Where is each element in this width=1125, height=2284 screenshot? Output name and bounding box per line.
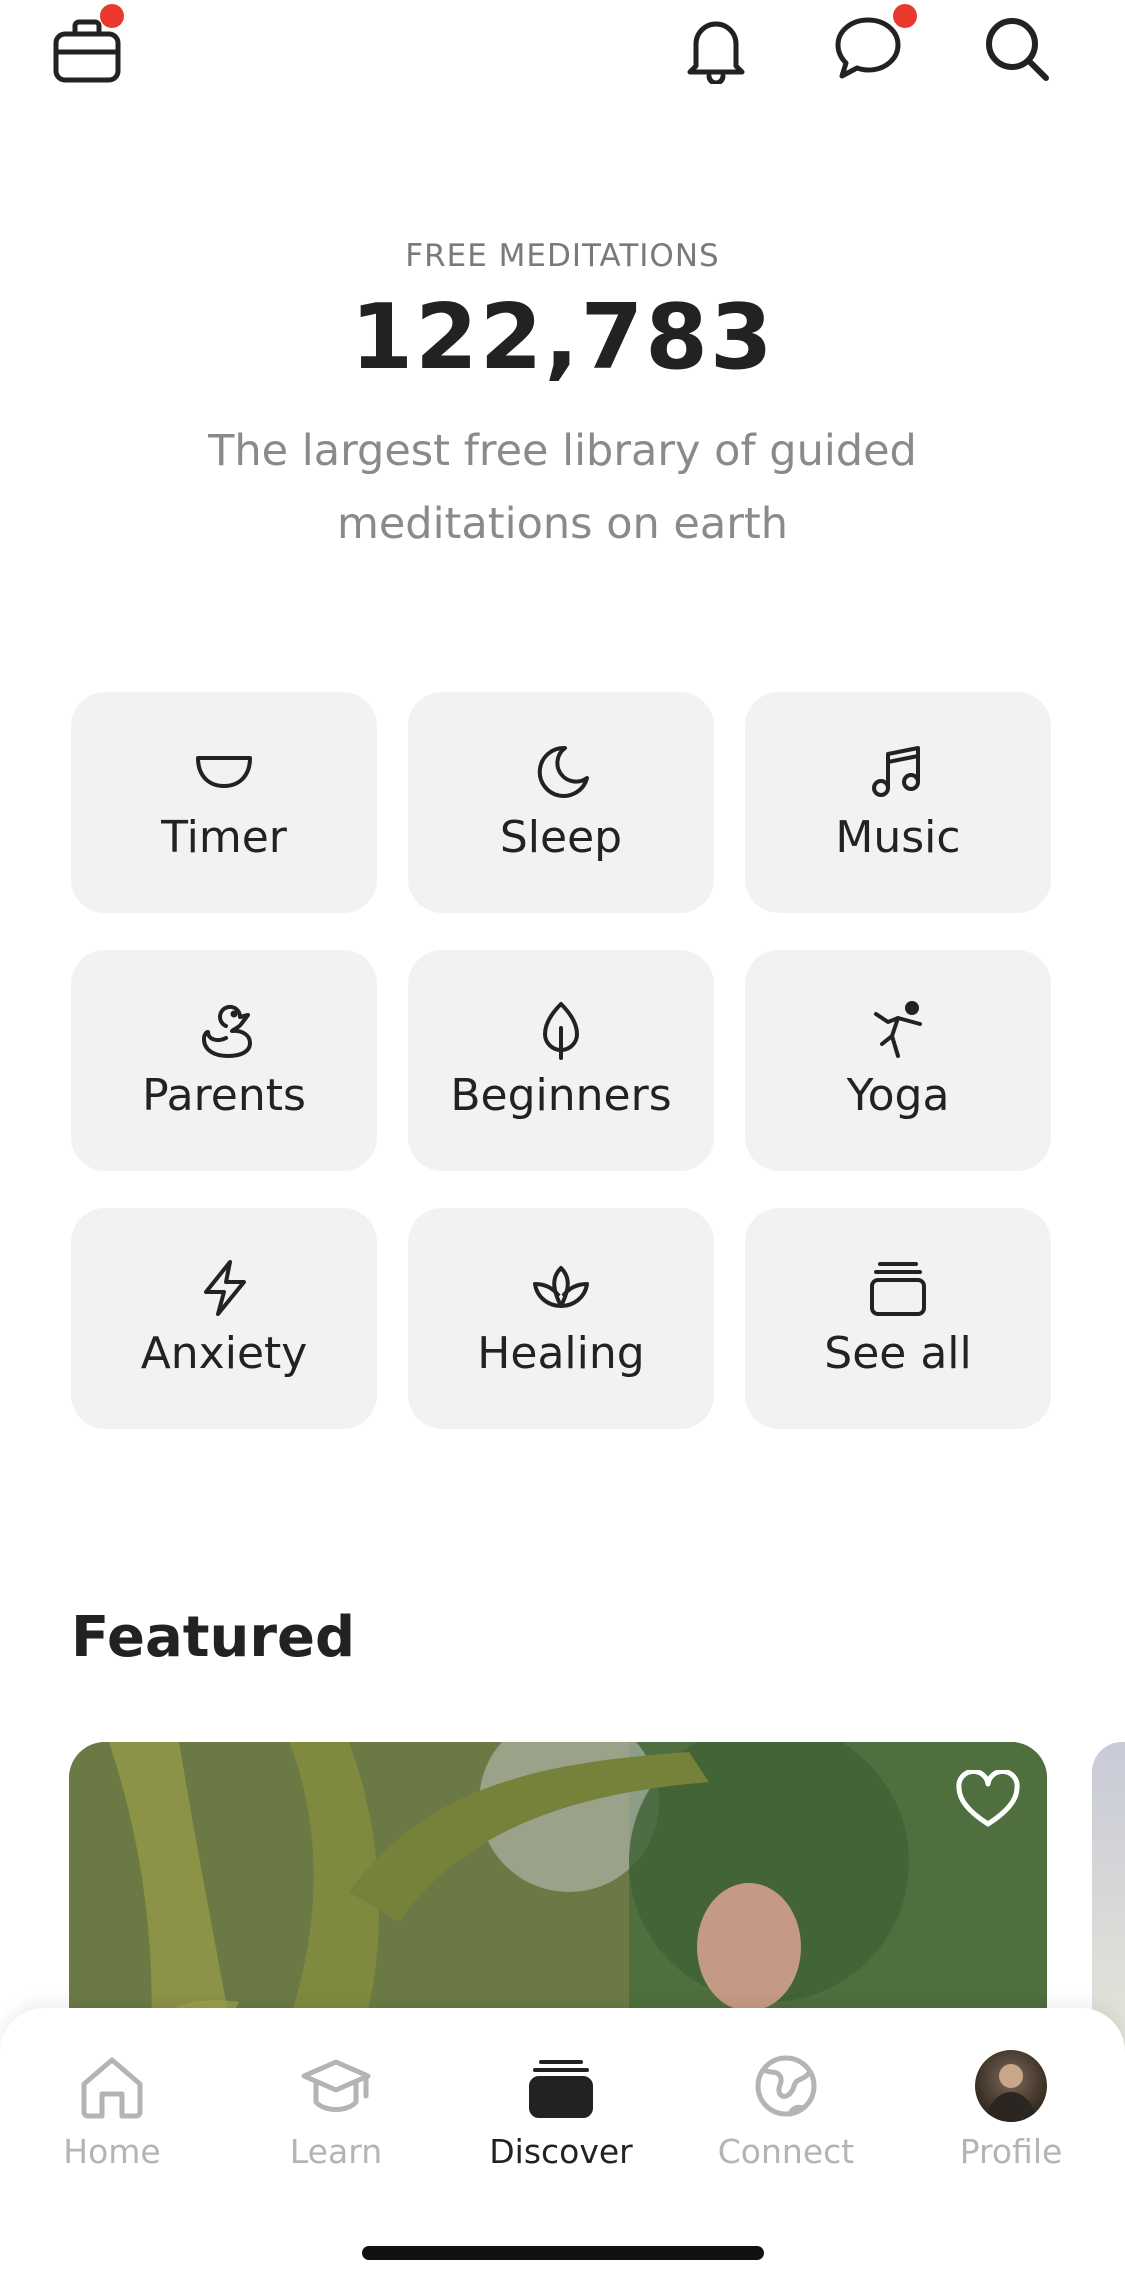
category-tile-timer[interactable]: Timer bbox=[71, 692, 377, 913]
moon-icon bbox=[531, 742, 591, 802]
nav-item-learn[interactable]: Learn bbox=[236, 2050, 436, 2171]
category-tile-anxiety[interactable]: Anxiety bbox=[71, 1208, 377, 1429]
category-label: Music bbox=[835, 812, 961, 863]
discover-screen: FREE MEDITATIONS 122,783 The largest fre… bbox=[0, 0, 1125, 2284]
avatar bbox=[975, 2050, 1047, 2122]
stack-icon bbox=[868, 1258, 928, 1318]
nav-label: Discover bbox=[489, 2132, 633, 2171]
graduation-cap-icon bbox=[300, 2050, 372, 2122]
music-note-icon bbox=[868, 742, 928, 802]
category-tile-healing[interactable]: Healing bbox=[408, 1208, 714, 1429]
hero-subtitle: The largest free library of guided medit… bbox=[208, 426, 917, 549]
nav-label: Home bbox=[63, 2132, 161, 2171]
nav-item-discover[interactable]: Discover bbox=[461, 2050, 661, 2171]
nav-item-connect[interactable]: Connect bbox=[686, 2050, 886, 2171]
nav-item-profile[interactable]: Profile bbox=[911, 2050, 1111, 2171]
category-label: Timer bbox=[161, 812, 287, 863]
featured-heading: Featured bbox=[71, 1605, 356, 1670]
discover-stack-icon bbox=[525, 2050, 597, 2122]
category-label: Parents bbox=[142, 1070, 306, 1121]
hero-kicker: FREE MEDITATIONS bbox=[405, 238, 720, 274]
category-label: Yoga bbox=[846, 1070, 950, 1121]
favorite-heart-icon[interactable] bbox=[955, 1768, 1021, 1830]
briefcase-badge bbox=[100, 4, 124, 28]
category-tile-see-all[interactable]: See all bbox=[745, 1208, 1051, 1429]
yoga-pose-icon bbox=[868, 1000, 928, 1060]
lotus-icon bbox=[531, 1258, 591, 1318]
category-tile-yoga[interactable]: Yoga bbox=[745, 950, 1051, 1171]
nav-label: Connect bbox=[717, 2132, 855, 2171]
globe-icon bbox=[750, 2050, 822, 2122]
chat-bubble-icon[interactable] bbox=[832, 14, 904, 84]
category-label: Healing bbox=[477, 1328, 645, 1379]
home-icon bbox=[76, 2050, 148, 2122]
category-tile-parents[interactable]: Parents bbox=[71, 950, 377, 1171]
category-label: Beginners bbox=[450, 1070, 672, 1121]
duck-icon bbox=[194, 1000, 254, 1060]
category-tile-music[interactable]: Music bbox=[745, 692, 1051, 913]
bowl-icon bbox=[194, 742, 254, 802]
category-label: Anxiety bbox=[140, 1328, 308, 1379]
category-tile-beginners[interactable]: Beginners bbox=[408, 950, 714, 1171]
nav-label: Learn bbox=[289, 2132, 383, 2171]
nav-label: Profile bbox=[959, 2132, 1063, 2171]
leaf-icon bbox=[531, 1000, 591, 1060]
bell-icon[interactable] bbox=[682, 14, 750, 84]
nav-item-home[interactable]: Home bbox=[12, 2050, 212, 2171]
chat-badge bbox=[893, 4, 917, 28]
search-icon[interactable] bbox=[982, 14, 1052, 84]
home-indicator[interactable] bbox=[362, 2246, 764, 2260]
category-tile-sleep[interactable]: Sleep bbox=[408, 692, 714, 913]
lightning-icon bbox=[194, 1258, 254, 1318]
meditation-count: 122,783 bbox=[350, 285, 775, 390]
category-label: See all bbox=[824, 1328, 972, 1379]
category-grid: Timer Sleep Music Parents Beginners Yoga… bbox=[71, 692, 1051, 1429]
category-label: Sleep bbox=[499, 812, 623, 863]
